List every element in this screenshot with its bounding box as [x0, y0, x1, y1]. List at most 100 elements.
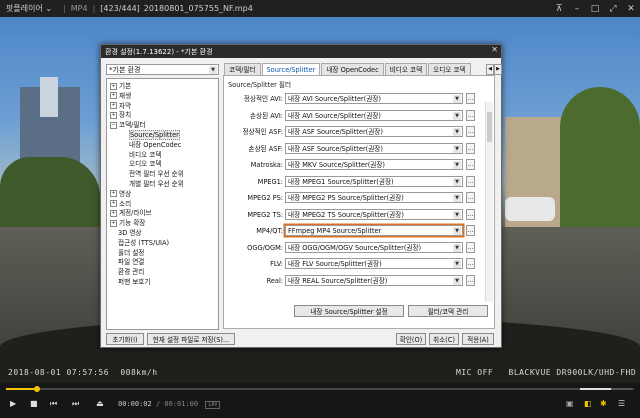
filter-codec-manage-button[interactable]: 필터/코덱 관리: [408, 305, 488, 317]
stop-icon[interactable]: ■: [30, 399, 38, 408]
splitter-select[interactable]: 내장 ASF Source/Splitter(권장) ▼ 손상된 ASF:: [249, 142, 463, 154]
profile-select[interactable]: *기본 환경 ▼: [106, 64, 219, 75]
tree-item[interactable]: 3D 영상: [118, 229, 142, 237]
tree-item[interactable]: + 소리: [110, 200, 131, 208]
maximize-icon[interactable]: □: [586, 0, 604, 17]
fullscreen-icon[interactable]: ⤢: [604, 0, 622, 17]
tab-right-icon[interactable]: ▶: [494, 64, 502, 75]
previous-icon[interactable]: ⏮: [50, 399, 57, 409]
tree-item[interactable]: 파일 연결: [118, 258, 144, 266]
volume-level: [580, 388, 612, 390]
tree-item[interactable]: + 자막: [110, 102, 131, 110]
splitter-select[interactable]: 내장 AVI Source/Splitter(권장) ▼ 손상된 AVI:: [250, 109, 463, 121]
splitter-options-button[interactable]: ...: [466, 258, 475, 269]
expand-icon[interactable]: +: [110, 200, 117, 208]
expand-icon[interactable]: +: [110, 190, 117, 198]
eject-icon[interactable]: ⏏: [96, 399, 104, 408]
splitter-select[interactable]: 내장 FLV Source/Splitter(권장) ▼ FLV:: [270, 258, 463, 269]
splitter-options-button[interactable]: ...: [466, 159, 475, 170]
dialog-close-icon[interactable]: ✕: [491, 45, 498, 54]
tab-2[interactable]: 내장 OpenCodec: [321, 63, 384, 75]
splitter-options-button[interactable]: ...: [466, 126, 475, 137]
splitter-select[interactable]: 내장 MKV Source/Splitter(권장) ▼ Matroska:: [251, 159, 463, 170]
tab-4[interactable]: 오디오 코덱: [428, 63, 471, 75]
splitter-options-button[interactable]: ...: [466, 175, 475, 187]
tree-item[interactable]: + 게정/라이브: [110, 209, 152, 217]
cancel-button[interactable]: 취소(C): [429, 333, 459, 345]
splitter-options-button[interactable]: ...: [466, 208, 475, 220]
chevron-down-icon: ▼: [453, 276, 461, 285]
tree-item[interactable]: 전역 필터 우선 순위: [129, 170, 184, 178]
tab-1[interactable]: Source/Splitter: [261, 63, 321, 75]
splitter-options-button[interactable]: ...: [466, 93, 475, 104]
tree-item[interactable]: + 기능 확장: [110, 219, 145, 227]
tree-item[interactable]: + 기본: [110, 82, 131, 90]
splitter-options-button[interactable]: ...: [466, 142, 475, 154]
splitter-select[interactable]: 내장 AVI Source/Splitter(권장) ▼ 정상적인 AVI:: [244, 93, 463, 104]
splitter-select[interactable]: FFmpeg MP4 Source/Splitter ▼ MP4/QT:: [256, 225, 463, 236]
splitter-options-button[interactable]: ...: [466, 241, 475, 253]
seek-bar[interactable]: [6, 386, 634, 392]
menu-icon[interactable]: ☰: [618, 399, 625, 408]
app-menu-button[interactable]: 팟플레이어 ⌄: [0, 3, 58, 14]
time-display: 00:00:02 / 00:01:00 LAV: [118, 400, 221, 409]
splitter-options-button[interactable]: ...: [466, 225, 475, 236]
tree-item[interactable]: Source/Splitter: [129, 130, 180, 140]
3d-icon[interactable]: ◧: [584, 399, 592, 408]
tree-item[interactable]: 개별 필터 우선 순위: [129, 180, 184, 188]
ok-button[interactable]: 확인(O): [396, 333, 426, 345]
splitter-label: 정상적인 ASF:: [242, 128, 283, 136]
splitter-select[interactable]: 내장 MPEG1 Source/Splitter(권장) ▼ MPEG1:: [258, 175, 463, 187]
expand-icon[interactable]: +: [110, 102, 117, 110]
apply-button[interactable]: 적용(A): [462, 333, 494, 345]
tree-item[interactable]: 오디오 코덱: [129, 160, 161, 168]
splitter-select[interactable]: 내장 ASF Source/Splitter(권장) ▼ 정상적인 ASF:: [242, 126, 463, 137]
tree-item[interactable]: 퍼맨 보호기: [118, 278, 150, 286]
tree-item[interactable]: 환경 관리: [118, 268, 144, 276]
capture-icon[interactable]: ▣: [566, 399, 574, 408]
panel-scrollbar[interactable]: [485, 102, 493, 302]
building-left-sign: [40, 77, 58, 117]
tab-left-icon[interactable]: ◀: [486, 64, 494, 75]
gear-icon[interactable]: ✱: [600, 399, 607, 408]
tab-0[interactable]: 코덱/필터: [224, 63, 261, 75]
decoder-badge[interactable]: LAV: [205, 401, 221, 409]
splitter-options-button[interactable]: ...: [466, 192, 475, 203]
next-icon[interactable]: ⏭: [72, 399, 79, 409]
scrollbar-thumb[interactable]: [487, 112, 492, 142]
duration: / 00:01:00: [155, 400, 199, 408]
tree-item[interactable]: + 영상: [110, 190, 131, 198]
close-icon[interactable]: ✕: [622, 0, 640, 17]
volume-bar[interactable]: [580, 388, 632, 390]
save-settings-button[interactable]: 현재 설정 파일로 저장(S)...: [147, 333, 235, 345]
splitter-select[interactable]: 내장 MPEG2 TS Source/Splitter(권장) ▼ MPEG2 TS…: [247, 208, 463, 220]
expand-icon[interactable]: +: [110, 219, 117, 227]
expand-icon[interactable]: +: [110, 209, 117, 217]
splitter-options-button[interactable]: ...: [466, 274, 475, 286]
tree-item[interactable]: 풀더 설정: [118, 249, 144, 257]
tree-item[interactable]: + 장치: [110, 111, 131, 119]
tree-item[interactable]: − 코덱/필터: [110, 121, 146, 129]
current-time: 00:00:02: [118, 400, 152, 408]
splitter-select[interactable]: 내장 REAL Source/Splitter(권장) ▼ Real:: [267, 274, 463, 286]
seek-handle[interactable]: [34, 386, 41, 392]
osd-timestamp: 2018-08-01 07:57:56: [8, 368, 110, 377]
expand-icon[interactable]: +: [110, 111, 117, 119]
pin-icon[interactable]: ⊼: [550, 0, 568, 17]
tab-3[interactable]: 비디오 코덱: [384, 63, 428, 75]
expand-icon[interactable]: +: [110, 82, 117, 90]
tree-item[interactable]: + 재생: [110, 92, 131, 100]
settings-tree[interactable]: + 기본 + 재생 + 자막 + 장치 − 코덱/필터 Source/Splitter 내장 Open…: [106, 78, 219, 330]
tree-item[interactable]: 내장 OpenCodec: [129, 141, 181, 149]
splitter-select[interactable]: 내장 OGG/OGM/OGV Source/Splitter(권장) ▼ OGG/O…: [247, 241, 463, 253]
splitter-options-button[interactable]: ...: [466, 109, 475, 121]
play-icon[interactable]: ▶: [10, 399, 16, 408]
reset-button[interactable]: 초기화(I): [106, 333, 144, 345]
tree-item[interactable]: 접근성 (TTS/UIA): [118, 239, 169, 247]
splitter-select[interactable]: 내장 MPEG2 PS Source/Splitter(권장) ▼ MPEG2 PS…: [247, 192, 463, 203]
tree-item[interactable]: 비디오 코덱: [129, 151, 161, 159]
collapse-icon[interactable]: −: [110, 121, 117, 129]
expand-icon[interactable]: +: [110, 92, 117, 100]
minimize-icon[interactable]: –: [568, 0, 586, 17]
builtin-splitter-settings-button[interactable]: 내장 Source/Splitter 설정: [294, 305, 404, 317]
